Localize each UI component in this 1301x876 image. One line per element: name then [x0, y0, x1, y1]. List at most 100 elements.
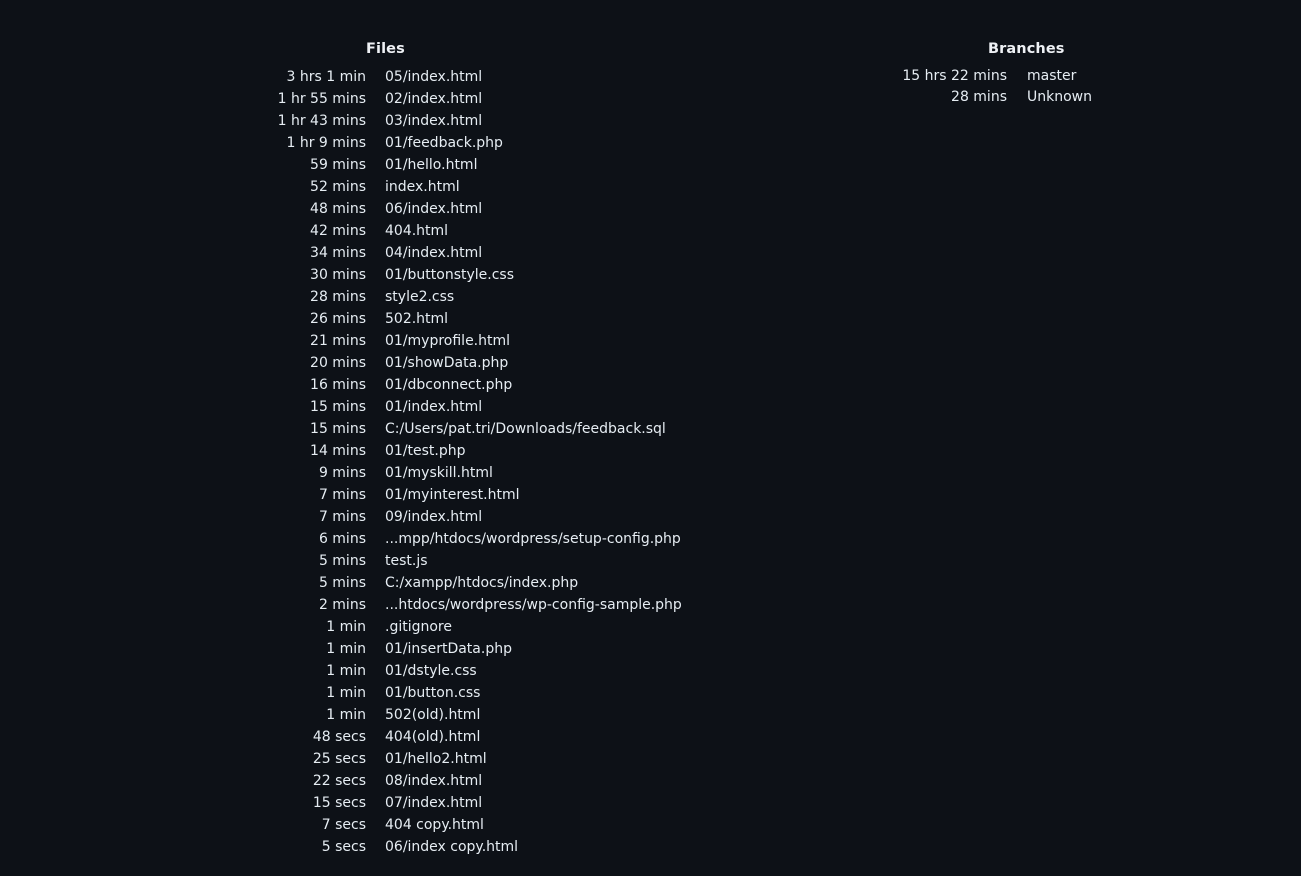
file-row: 1 min 01/dstyle.css — [0, 660, 1301, 682]
files-list: 3 hrs 1 min 05/index.html 1 hr 55 mins 02/i… — [0, 66, 760, 858]
file-row-time: 26 mins — [310, 311, 366, 327]
file-row-time: 14 mins — [310, 443, 366, 459]
file-row: 7 secs 404 copy.html — [0, 814, 1301, 836]
branch-row-name: Unknown — [1027, 89, 1092, 105]
file-row-time: 1 min — [326, 707, 366, 723]
branch-row: 15 hrs 22 mins master — [0, 66, 1301, 87]
file-row-time: 7 mins — [318, 509, 366, 525]
file-row-name: 01/hello.html — [385, 157, 478, 173]
file-row-name: C:/Users/pat.tri/Downloads/feedback.sql — [385, 421, 666, 437]
file-row-time: 5 secs — [321, 839, 366, 855]
file-row: 42 mins 404.html — [0, 220, 1301, 242]
file-row-time: 15 secs — [312, 795, 366, 811]
file-row-time: 48 mins — [310, 201, 366, 217]
file-row: 26 mins 502.html — [0, 308, 1301, 330]
file-row: 20 mins 01/showData.php — [0, 352, 1301, 374]
file-row: 15 mins C:/Users/pat.tri/Downloads/feedba… — [0, 418, 1301, 440]
file-row-name: 04/index.html — [385, 245, 483, 261]
file-row-name: 01/test.php — [385, 443, 466, 459]
file-row-time: 9 mins — [318, 465, 366, 481]
file-row-name: test.js — [385, 553, 428, 569]
file-row: 48 secs 404(old).html — [0, 726, 1301, 748]
file-row-time: 34 mins — [310, 245, 366, 261]
file-row: 14 mins 01/test.php — [0, 440, 1301, 462]
file-row-name: 01/button.css — [385, 685, 481, 701]
branch-row-time: 15 hrs 22 mins — [902, 68, 1007, 84]
file-row-time: 1 min — [326, 641, 366, 657]
file-row: 15 mins 01/index.html — [0, 396, 1301, 418]
file-row-time: 42 mins — [310, 223, 366, 239]
file-row-name: 01/index.html — [385, 399, 483, 415]
file-row-name: 01/myprofile.html — [385, 333, 511, 349]
file-row: 6 mins ...mpp/htdocs/wordpress/setup-conf… — [0, 528, 1301, 550]
file-row-time: 16 mins — [310, 377, 366, 393]
file-row-name: 01/myskill.html — [385, 465, 493, 481]
branch-row: 28 mins Unknown — [0, 87, 1301, 108]
file-row-time: 28 mins — [310, 289, 366, 305]
file-row: 28 mins style2.css — [0, 286, 1301, 308]
file-row-time: 52 mins — [310, 179, 366, 195]
branches-list: 15 hrs 22 mins master 28 mins Unknown — [0, 66, 1301, 108]
file-row: 16 mins 01/dbconnect.php — [0, 374, 1301, 396]
file-row-name: ...htdocs/wordpress/wp-config-sample.php — [385, 597, 682, 613]
file-row-time: 25 secs — [312, 751, 366, 767]
file-row-time: 1 hr 9 mins — [286, 135, 367, 151]
file-row-name: 502(old).html — [385, 707, 481, 723]
file-row-name: 01/feedback.php — [385, 135, 503, 151]
file-row-name: 06/index copy.html — [385, 839, 519, 855]
file-row-time: 22 secs — [312, 773, 366, 789]
file-row-name: 01/showData.php — [385, 355, 509, 371]
file-row-time: 15 mins — [310, 399, 366, 415]
file-row-name: 06/index.html — [385, 201, 483, 217]
file-row: 21 mins 01/myprofile.html — [0, 330, 1301, 352]
file-row: 7 mins 09/index.html — [0, 506, 1301, 528]
branch-row-name: master — [1027, 68, 1077, 84]
file-row: 1 min 01/insertData.php — [0, 638, 1301, 660]
file-row-time: 5 mins — [318, 553, 366, 569]
file-row-time: 5 mins — [318, 575, 366, 591]
file-row-name: 01/dstyle.css — [385, 663, 477, 679]
file-row: 7 mins 01/myinterest.html — [0, 484, 1301, 506]
file-row: 1 min .gitignore — [0, 616, 1301, 638]
file-row: 2 mins ...htdocs/wordpress/wp-config-samp… — [0, 594, 1301, 616]
file-row-time: 59 mins — [310, 157, 366, 173]
file-row-name: 01/myinterest.html — [385, 487, 520, 503]
file-row-name: 01/insertData.php — [385, 641, 512, 657]
file-row-time: 1 hr 43 mins — [277, 113, 366, 129]
branches-heading: Branches — [988, 41, 1065, 57]
file-row: 9 mins 01/myskill.html — [0, 462, 1301, 484]
branch-row-time: 28 mins — [951, 89, 1007, 105]
file-row: 1 hr 9 mins 01/feedback.php — [0, 132, 1301, 154]
file-row-name: 404.html — [385, 223, 449, 239]
file-row: 1 min 502(old).html — [0, 704, 1301, 726]
file-row: 59 mins 01/hello.html — [0, 154, 1301, 176]
file-row-name: index.html — [385, 179, 460, 195]
file-row: 5 mins test.js — [0, 550, 1301, 572]
file-row: 5 secs 06/index copy.html — [0, 836, 1301, 858]
file-row: 1 min 01/button.css — [0, 682, 1301, 704]
file-row-time: 7 secs — [321, 817, 366, 833]
file-row: 25 secs 01/hello2.html — [0, 748, 1301, 770]
file-row-time: 1 min — [326, 663, 366, 679]
file-row-time: 48 secs — [312, 729, 366, 745]
file-row-name: ...mpp/htdocs/wordpress/setup-config.php — [385, 531, 681, 547]
file-row: 34 mins 04/index.html — [0, 242, 1301, 264]
file-row: 5 mins C:/xampp/htdocs/index.php — [0, 572, 1301, 594]
files-heading: Files — [366, 41, 405, 57]
file-row-name: 502.html — [385, 311, 449, 327]
file-row-time: 15 mins — [310, 421, 366, 437]
file-row-name: 01/buttonstyle.css — [385, 267, 515, 283]
file-row-time: 20 mins — [310, 355, 366, 371]
file-row: 22 secs 08/index.html — [0, 770, 1301, 792]
file-row: 30 mins 01/buttonstyle.css — [0, 264, 1301, 286]
file-row: 15 secs 07/index.html — [0, 792, 1301, 814]
file-row-time: 21 mins — [310, 333, 366, 349]
file-row-time: 2 mins — [318, 597, 366, 613]
file-row-name: 09/index.html — [385, 509, 483, 525]
file-row-name: 08/index.html — [385, 773, 483, 789]
file-row: 1 hr 43 mins 03/index.html — [0, 110, 1301, 132]
file-row-name: style2.css — [385, 289, 455, 305]
file-row-time: 1 min — [326, 685, 366, 701]
file-row-name: 404 copy.html — [385, 817, 484, 833]
file-row-name: .gitignore — [385, 619, 452, 635]
